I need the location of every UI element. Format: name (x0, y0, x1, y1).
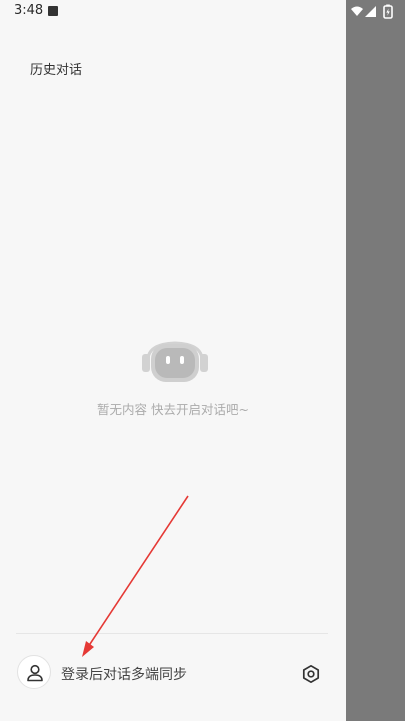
status-bar: 3:48 (0, 0, 405, 24)
status-time: 3:48 (14, 3, 44, 18)
history-drawer: 历史对话 暂无内容 快去开启对话吧~ 登录后对话多端同步 (0, 0, 346, 721)
screen: 历史对话 暂无内容 快去开启对话吧~ 登录后对话多端同步 3:48 (0, 0, 405, 721)
login-avatar-button[interactable] (17, 655, 51, 689)
user-icon (27, 664, 43, 682)
robot-icon (142, 341, 208, 382)
drawer-title: 历史对话 (30, 63, 83, 78)
settings-button[interactable] (298, 661, 324, 687)
empty-message: 暂无内容 快去开启对话吧~ (97, 402, 249, 417)
signal-icon (365, 6, 376, 17)
login-sync-link[interactable]: 登录后对话多端同步 (61, 664, 187, 684)
wifi-icon (351, 6, 363, 16)
settings-hexagon-icon (302, 664, 320, 684)
battery-icon (383, 4, 393, 19)
footer-divider (16, 633, 328, 634)
drawer-scrim[interactable] (346, 0, 405, 721)
notification-a-icon (48, 6, 58, 16)
status-icons (351, 4, 393, 19)
